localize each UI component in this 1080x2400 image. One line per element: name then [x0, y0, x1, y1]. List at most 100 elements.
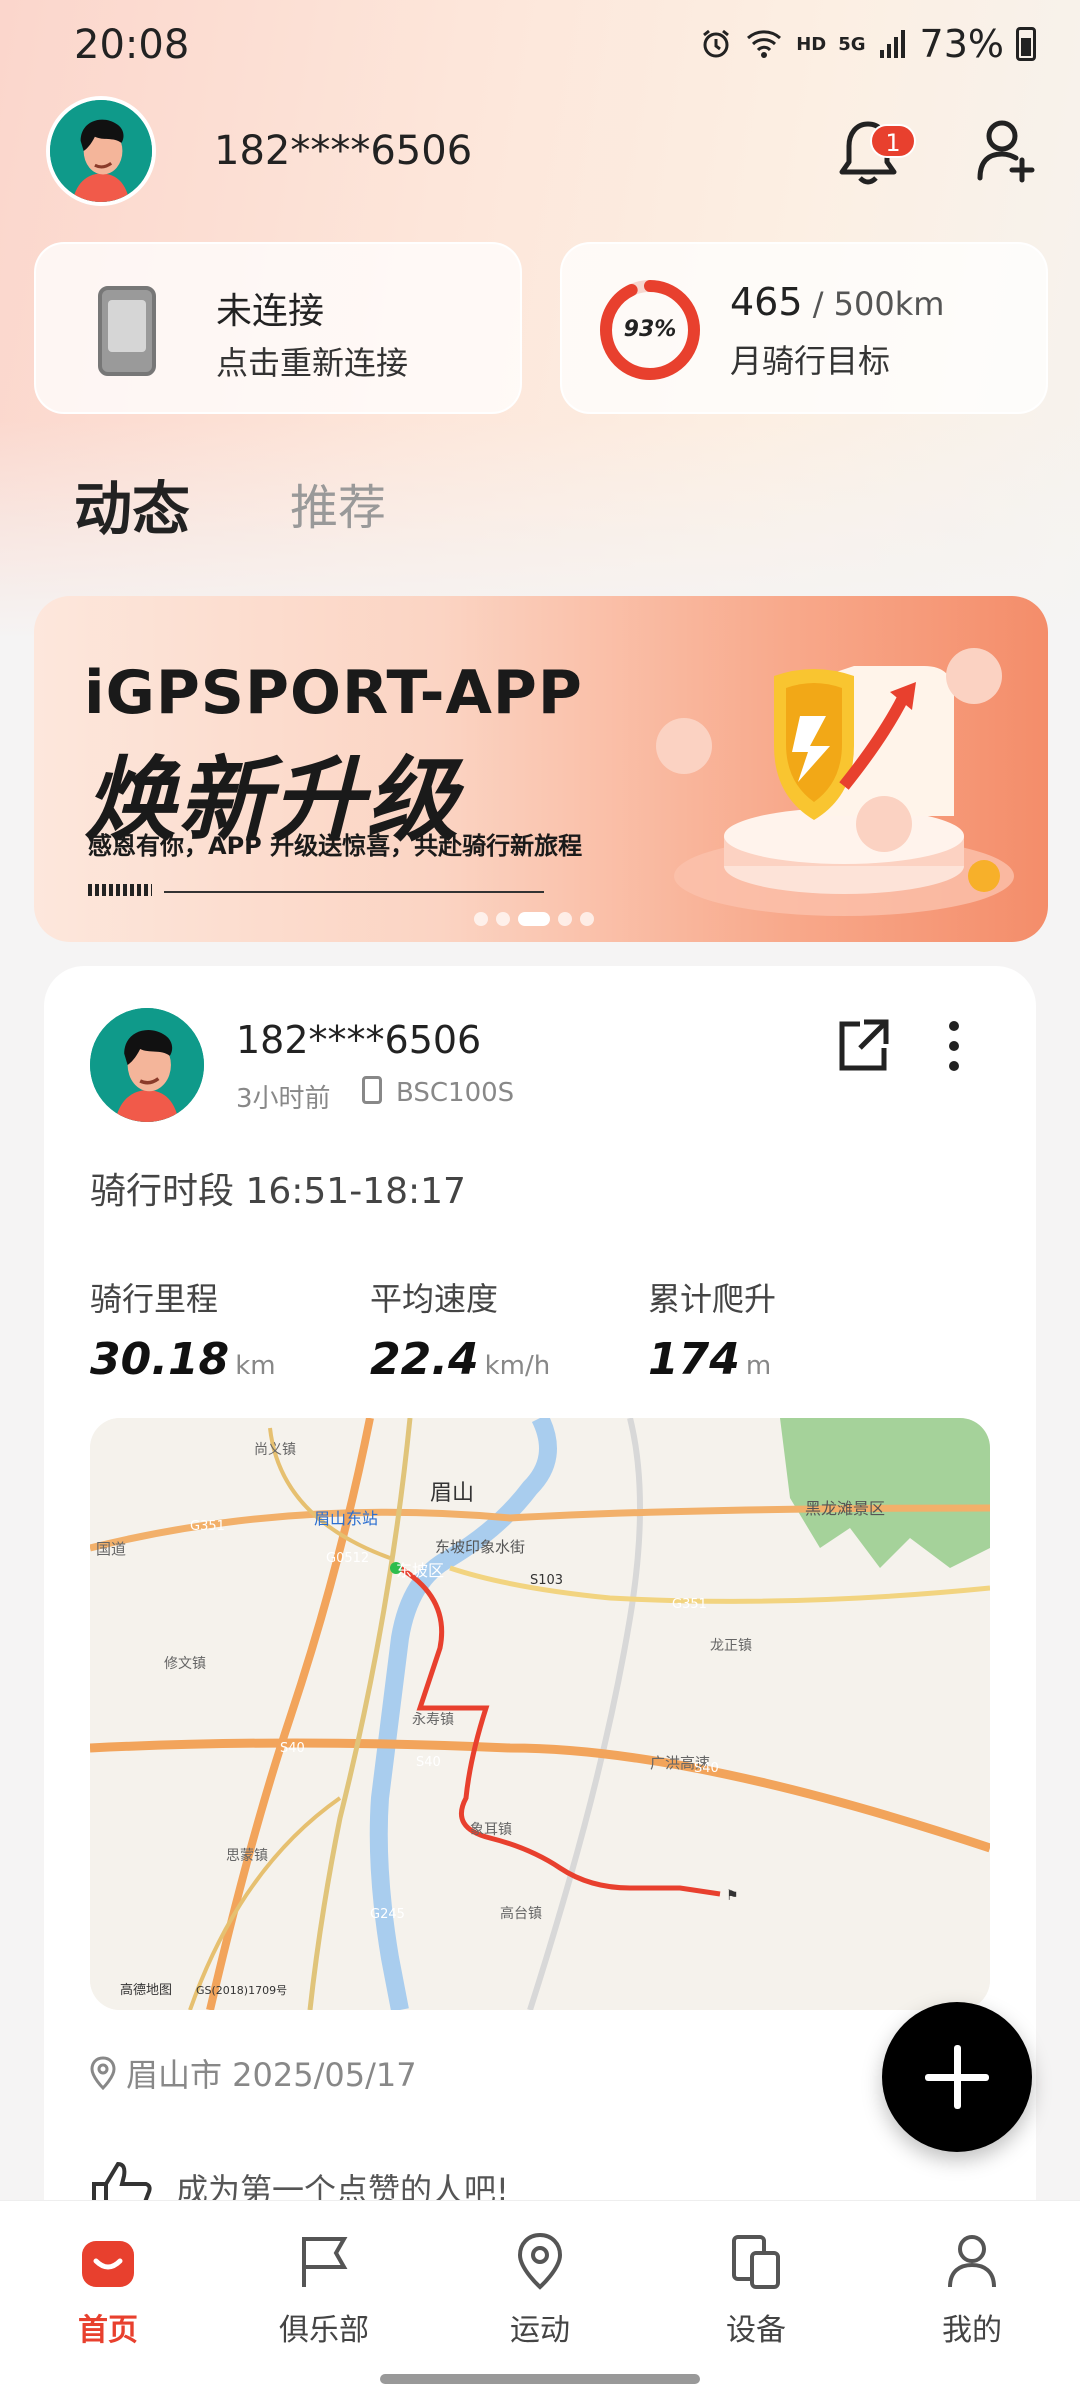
device-status: 未连接 [216, 291, 325, 332]
map-label-road: S40 [280, 1741, 305, 1756]
pagination-dot[interactable] [558, 912, 572, 926]
header-username: 182****6506 [214, 128, 473, 174]
map-label-road: G351 [190, 1519, 225, 1534]
user-avatar[interactable] [46, 96, 156, 206]
map-label-town: 高台镇 [500, 1905, 542, 1922]
nav-sport[interactable]: 运动 [460, 2231, 620, 2349]
banner-decoration [88, 884, 152, 896]
pagination-dot-active[interactable] [518, 912, 550, 926]
more-options-icon[interactable] [944, 1018, 964, 1074]
goal-label: 月骑行目标 [730, 342, 891, 380]
pagination-dot[interactable] [580, 912, 594, 926]
map-label-road: 国道 [96, 1540, 126, 1558]
nav-label: 我的 [942, 2313, 1002, 2348]
route-map-image: ⚑ 眉山 眉山东站 东坡区 东坡印象水街 黑龙滩景区 尚义镇 修文镇 永寿镇 思… [90, 1418, 990, 2010]
map-attribution: 高德地图 [120, 1982, 172, 1998]
wifi-icon [747, 30, 782, 58]
goal-value: 465 / 500km [730, 280, 944, 324]
ride-post-card[interactable]: 182****6506 3小时前 BSC100S 骑行时段 16:51-18:1… [44, 966, 1036, 2400]
location-pin-icon [517, 2232, 563, 2290]
map-label-road: G0512 [326, 1551, 369, 1566]
banner-pagination [474, 912, 594, 926]
stat-label: 累计爬升 [648, 1280, 777, 1318]
devices-icon [732, 2235, 780, 2289]
map-label-town: 象耳镇 [470, 1822, 512, 1838]
stat-elevation: 累计爬升 174 m [648, 1274, 776, 1385]
stat-number: 174 [648, 1334, 740, 1385]
banner-divider [164, 891, 544, 893]
post-author-name[interactable]: 182****6506 [236, 1018, 481, 1062]
stat-label: 骑行里程 [90, 1280, 219, 1318]
nav-label: 首页 [78, 2313, 138, 2348]
home-indicator[interactable] [380, 2374, 700, 2384]
person-icon [948, 2235, 996, 2288]
battery-icon [1016, 27, 1036, 61]
pagination-dot[interactable] [474, 912, 488, 926]
map-label-lake: 黑龙滩景区 [805, 1499, 885, 1518]
post-author-avatar[interactable] [90, 1008, 204, 1122]
monthly-goal-card[interactable]: 93% 465 / 500km 月骑行目标 [560, 242, 1048, 414]
tab-recommend[interactable]: 推荐 [290, 468, 386, 538]
post-location: 眉山市 2025/05/17 [90, 2050, 417, 2096]
map-label-district: 东坡区 [396, 1561, 444, 1580]
bottom-navigation: 首页 俱乐部 运动 设备 我的 [0, 2200, 1080, 2400]
shield-upgrade-illustration-icon [656, 648, 1014, 916]
map-label-town: 尚义镇 [254, 1442, 296, 1458]
stat-unit: km/h [484, 1351, 551, 1381]
map-label-street: 东坡印象水街 [435, 1538, 525, 1556]
map-label-town: 龙正镇 [710, 1638, 752, 1654]
network-type: HD [796, 33, 827, 55]
add-user-icon[interactable] [976, 118, 1036, 184]
map-label-station: 眉山东站 [314, 1509, 378, 1528]
device-icon [362, 1076, 382, 1104]
map-label-town: 修文镇 [164, 1656, 206, 1672]
home-icon [82, 2241, 134, 2287]
avatar-illustration-icon [90, 1008, 204, 1122]
svg-text:⚑: ⚑ [726, 1888, 739, 1904]
location-text: 眉山市 2025/05/17 [126, 2056, 417, 2094]
banner-title: iGPSPORT-APP [84, 658, 583, 728]
location-pin-icon [90, 2056, 116, 2090]
alarm-icon [703, 29, 730, 58]
goal-target: / 500km [802, 285, 945, 323]
status-icons: HD 5G 73% [700, 22, 1036, 66]
stat-value: 22.4 km/h [370, 1334, 550, 1385]
stat-value: 174 m [648, 1334, 776, 1385]
nav-profile[interactable]: 我的 [892, 2231, 1052, 2349]
stat-distance: 骑行里程 30.18 km [90, 1274, 276, 1385]
nav-club[interactable]: 俱乐部 [244, 2231, 404, 2349]
map-label-road: S40 [694, 1761, 719, 1776]
post-time: 3小时前 [236, 1084, 331, 1114]
stat-number: 30.18 [90, 1334, 230, 1385]
post-device: BSC100S [396, 1078, 515, 1108]
stat-unit: m [745, 1351, 772, 1381]
status-time: 20:08 [74, 22, 190, 68]
add-activity-button[interactable] [882, 2002, 1032, 2152]
pagination-dot[interactable] [496, 912, 510, 926]
route-map[interactable]: ⚑ 眉山 眉山东站 东坡区 东坡印象水街 黑龙滩景区 尚义镇 修文镇 永寿镇 思… [90, 1418, 990, 2010]
device-card[interactable]: 未连接 点击重新连接 [34, 242, 522, 414]
ride-period: 骑行时段 16:51-18:17 [90, 1171, 466, 1212]
map-label-road: S40 [416, 1755, 441, 1770]
signal-type: 5G [838, 33, 866, 55]
promo-banner[interactable]: iGPSPORT-APP 焕新升级 感恩有你，APP 升级送惊喜，共赴骑行新旅程 [34, 596, 1048, 942]
nav-label: 运动 [510, 2313, 570, 2348]
signal-icon [879, 30, 905, 58]
status-bar: 20:08 HD 5G 73% [0, 0, 1080, 92]
nav-label: 设备 [726, 2313, 786, 2348]
share-icon[interactable] [834, 1018, 890, 1074]
tab-feed[interactable]: 动态 [74, 462, 190, 546]
stat-number: 22.4 [370, 1334, 479, 1385]
map-label-road: G245 [370, 1907, 405, 1922]
reconnect-hint: 点击重新连接 [216, 344, 409, 382]
stat-label: 平均速度 [370, 1280, 499, 1318]
map-label-town: 永寿镇 [412, 1711, 454, 1728]
nav-devices[interactable]: 设备 [676, 2231, 836, 2349]
stat-value: 30.18 km [90, 1334, 276, 1385]
bike-computer-icon [98, 286, 156, 376]
map-label-town: 思蒙镇 [226, 1848, 268, 1864]
nav-home[interactable]: 首页 [28, 2231, 188, 2349]
stat-unit: km [235, 1351, 276, 1381]
map-label-road: S103 [530, 1573, 563, 1588]
notification-badge: 1 [870, 124, 916, 158]
